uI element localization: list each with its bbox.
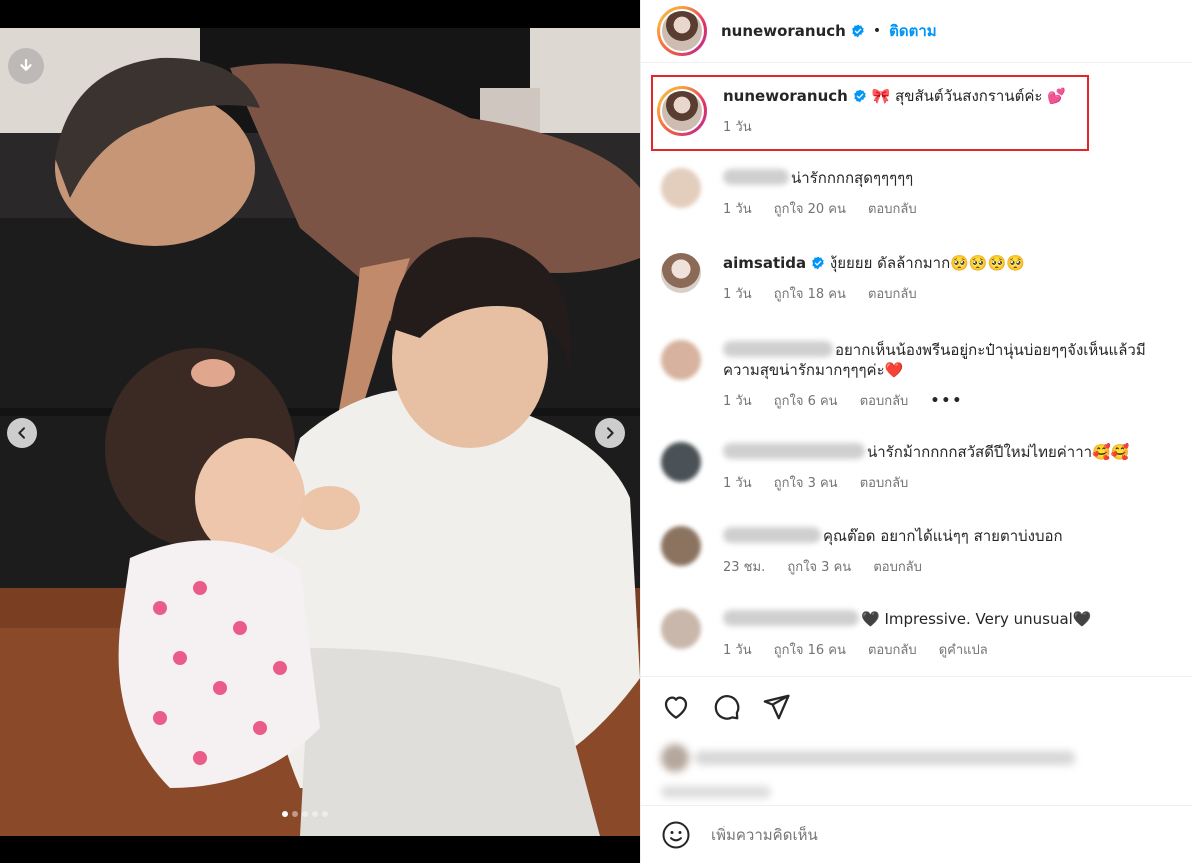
comment-time: 1 วัน [723,287,752,302]
instagram-post-view: nuneworanuch • ติดตาม nuneworanuch 🎀 สุข… [0,0,1192,863]
chevron-left-icon [18,427,25,439]
comment-likes[interactable]: ถูกใจ 3 คน [774,476,838,491]
post-action-bar [641,676,1192,736]
post-media [0,0,640,863]
comment-item: 🖤 Impressive. Very unusual🖤 1 วัน ถูกใจ … [661,609,1181,660]
carousel-next-button[interactable] [595,418,625,448]
comment-item: คุณต๊อด อยากได้แน่ๆๆ สายตาบ่งบอก 23 ชม. … [661,526,1181,577]
chevron-right-icon [607,427,614,439]
comment-avatar[interactable] [661,253,701,293]
header-separator: • [872,23,882,39]
post-header: nuneworanuch • ติดตาม [641,0,1192,63]
comment-item: น่ารักกกกสุดๆๆๆๆๆ 1 วัน ถูกใจ 20 คน ตอบก… [661,168,1181,219]
post-date-blurred [661,786,771,798]
comment-likes[interactable]: ถูกใจ 3 คน [787,560,851,575]
comment-avatar[interactable] [661,340,701,380]
comment-username-blurred[interactable] [723,169,789,185]
caption-time: 1 วัน [723,120,752,135]
heart-icon[interactable] [661,692,691,722]
comment-icon[interactable] [711,692,741,722]
carousel-dot [282,811,288,817]
caption-username[interactable]: nuneworanuch [723,87,848,105]
carousel-dot [292,811,298,817]
verified-badge-icon [852,24,864,38]
comment-time: 1 วัน [723,202,752,217]
comment-avatar[interactable] [661,526,701,566]
reply-button[interactable]: ตอบกลับ [868,643,917,658]
verified-badge-icon [854,89,866,103]
comment-time: 1 วัน [723,476,752,491]
follow-button[interactable]: ติดตาม [889,19,937,43]
translate-button[interactable]: ดูคำแปล [939,643,988,658]
comment-username-blurred[interactable] [723,527,821,543]
comment-text: น่ารักกกกสุดๆๆๆๆๆ [791,169,914,187]
emoji-icon[interactable] [661,820,691,850]
comment-item: อยากเห็นน้องพรีนอยู่กะป๋านุ่นบ่อยๆๆจังเห… [661,340,1181,411]
carousel-dot [312,811,318,817]
carousel-prev-button[interactable] [7,418,37,448]
caption-text: 🎀 สุขสันต์วันสงกรานต์ค่ะ 💕 [871,87,1066,105]
comment-avatar[interactable] [661,168,701,208]
reply-button[interactable]: ตอบกลับ [868,287,917,302]
liked-by-blurred [661,744,1081,772]
comment-input[interactable] [711,825,1151,844]
comment-username[interactable]: aimsatida [723,254,806,272]
carousel-dot [322,811,328,817]
comment-likes[interactable]: ถูกใจ 20 คน [774,202,846,217]
comment-time: 23 ชม. [723,560,766,575]
author-avatar[interactable] [657,6,707,56]
comment-avatar[interactable] [661,442,701,482]
reply-button[interactable]: ตอบกลับ [868,202,917,217]
author-username[interactable]: nuneworanuch [721,22,846,40]
comment-avatar[interactable] [661,609,701,649]
post-caption: nuneworanuch 🎀 สุขสันต์วันสงกรานต์ค่ะ 💕 … [657,86,1066,137]
comment-time: 1 วัน [723,643,752,658]
reply-button[interactable]: ตอบกลับ [860,476,909,491]
send-icon[interactable] [761,692,791,722]
download-button[interactable] [8,48,44,84]
carousel-dot [302,811,308,817]
comment-likes[interactable]: ถูกใจ 18 คน [774,287,846,302]
comment-text: งุ้ยยยย ดัลล้ากมาก🥺🥺🥺🥺 [829,254,1025,272]
download-icon [20,58,32,71]
reply-button[interactable]: ตอบกลับ [873,560,922,575]
comment-text: 🖤 Impressive. Very unusual🖤 [861,610,1092,628]
more-options-icon[interactable]: ••• [930,393,963,409]
comment-likes[interactable]: ถูกใจ 16 คน [774,643,846,658]
comment-username-blurred[interactable] [723,443,865,459]
post-photo [0,28,640,836]
comment-username-blurred[interactable] [723,341,833,357]
comment-text: น่ารักม้ากกกกสวัสดีปีใหม่ไทยค่าาา🥰🥰 [867,443,1130,461]
caption-avatar[interactable] [657,86,707,136]
comment-item: น่ารักม้ากกกกสวัสดีปีใหม่ไทยค่าาา🥰🥰 1 วั… [661,442,1181,493]
comment-username-blurred[interactable] [723,610,859,626]
reply-button[interactable]: ตอบกลับ [860,394,909,409]
post-details-panel: nuneworanuch • ติดตาม nuneworanuch 🎀 สุข… [640,0,1192,863]
comment-composer [641,805,1192,863]
comment-time: 1 วัน [723,394,752,409]
photo-illustration [0,28,640,836]
verified-badge-icon [812,256,824,270]
carousel-indicator [282,811,328,817]
comment-likes[interactable]: ถูกใจ 6 คน [774,394,838,409]
comment-item: aimsatida งุ้ยยยย ดัลล้ากมาก🥺🥺🥺🥺 1 วัน ถ… [661,253,1181,304]
comment-text: คุณต๊อด อยากได้แน่ๆๆ สายตาบ่งบอก [823,527,1063,545]
